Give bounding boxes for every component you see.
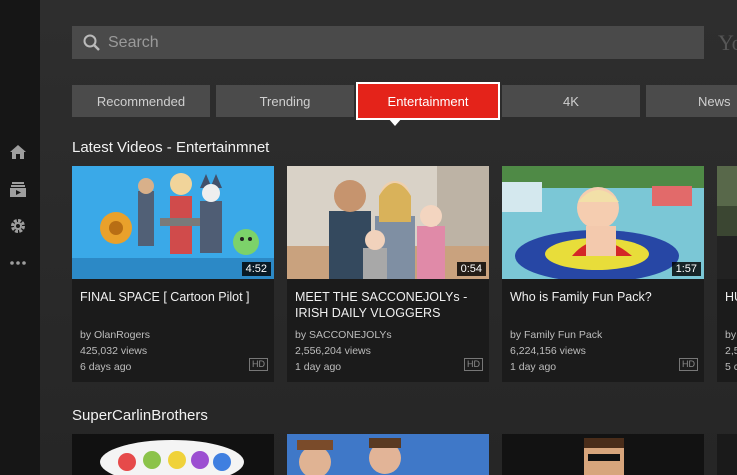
- nav-rail: [0, 0, 40, 475]
- video-meta: by 2,5 5 c: [725, 327, 737, 375]
- hd-badge: HD: [679, 358, 698, 371]
- video-views: 425,032 views: [80, 345, 148, 357]
- tab-news[interactable]: News: [646, 85, 737, 117]
- video-channel: by: [725, 329, 737, 341]
- video-age: 1 day ago: [510, 361, 557, 373]
- video-age: 5 c: [725, 361, 737, 373]
- video-meta: by Family Fun Pack 6,224,156 views 1 day…: [510, 327, 602, 375]
- video-age: 6 days ago: [80, 361, 132, 373]
- video-card[interactable]: 4:52 FINAL SPACE [ Cartoon Pilot ] by Ol…: [72, 166, 274, 382]
- video-row: [72, 434, 737, 475]
- search-icon: [82, 33, 102, 53]
- video-thumbnail[interactable]: [502, 434, 704, 475]
- video-title: MEET THE SACCONEJOLYs - IRISH DAILY VLOG…: [295, 290, 468, 320]
- video-card-partial[interactable]: HU by 2,5 5 c: [717, 166, 737, 382]
- tab-4k[interactable]: 4K: [502, 85, 640, 117]
- video-duration: 1:57: [671, 262, 701, 276]
- video-age: 1 day ago: [295, 361, 342, 373]
- video-views: 2,556,204 views: [295, 345, 371, 357]
- video-title: Who is Family Fun Pack?: [510, 290, 652, 304]
- section-title: SuperCarlinBrothers: [72, 407, 208, 424]
- tab-trending[interactable]: Trending: [216, 85, 354, 117]
- main-content: Yo Recommended Trending Entertainment 4K…: [40, 0, 737, 475]
- video-thumbnail[interactable]: [717, 166, 737, 279]
- hd-badge: HD: [249, 358, 268, 371]
- video-views: 2,5: [725, 345, 737, 357]
- video-meta: by SACCONEJOLYs 2,556,204 views 1 day ag…: [295, 327, 392, 375]
- video-duration: 0:54: [456, 262, 486, 276]
- more-icon[interactable]: [7, 252, 29, 274]
- video-thumbnail[interactable]: [72, 434, 274, 475]
- video-channel: by SACCONEJOLYs: [295, 329, 392, 341]
- active-tab-caret: [388, 118, 402, 126]
- settings-icon[interactable]: [7, 215, 29, 237]
- video-duration: 4:52: [241, 262, 271, 276]
- video-meta: by OlanRogers 425,032 views 6 days ago: [80, 327, 150, 375]
- video-thumbnail[interactable]: 4:52: [72, 166, 274, 279]
- brand-logo: Yo: [718, 30, 737, 55]
- video-channel: by Family Fun Pack: [510, 329, 603, 341]
- video-row: 4:52 FINAL SPACE [ Cartoon Pilot ] by Ol…: [72, 166, 737, 382]
- video-thumbnail[interactable]: 0:54: [287, 166, 489, 279]
- video-thumbnail[interactable]: 1:57: [502, 166, 704, 279]
- video-channel: by OlanRogers: [80, 329, 151, 341]
- home-icon[interactable]: [7, 141, 29, 163]
- video-title: HU: [725, 290, 737, 304]
- video-thumbnail[interactable]: [287, 434, 489, 475]
- tab-recommended[interactable]: Recommended: [72, 85, 210, 117]
- search-input[interactable]: [108, 33, 668, 52]
- hd-badge: HD: [464, 358, 483, 371]
- section-title: Latest Videos - Entertainmnet: [72, 139, 270, 156]
- tab-entertainment[interactable]: Entertainment: [356, 82, 500, 120]
- category-tabs: Recommended Trending Entertainment 4K Ne…: [72, 82, 737, 120]
- video-card[interactable]: 1:57 Who is Family Fun Pack? by Family F…: [502, 166, 704, 382]
- subscriptions-icon[interactable]: [7, 178, 29, 200]
- video-title: FINAL SPACE [ Cartoon Pilot ]: [80, 290, 250, 304]
- video-views: 6,224,156 views: [510, 345, 586, 357]
- search-bar[interactable]: [72, 26, 704, 59]
- video-card[interactable]: 0:54 MEET THE SACCONEJOLYs - IRISH DAILY…: [287, 166, 489, 382]
- video-thumbnail[interactable]: [717, 434, 737, 475]
